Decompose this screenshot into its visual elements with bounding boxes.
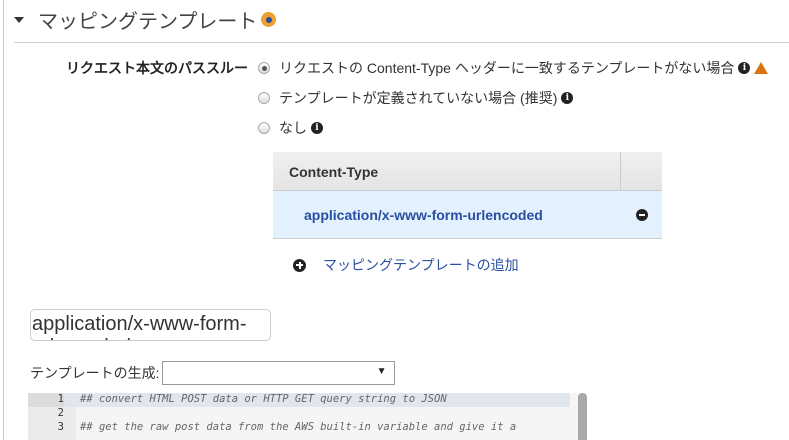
divider (14, 42, 789, 43)
editor-line[interactable]: 1 ## convert HTML POST data or HTTP GET q… (28, 393, 570, 407)
passthrough-label: リクエスト本文のパススルー (66, 60, 248, 76)
editor-line[interactable]: 2 (28, 407, 570, 421)
info-icon[interactable]: i (561, 92, 574, 104)
content-type-input[interactable]: application/x-www-form-urlencoded (30, 309, 271, 341)
column-header-actions (620, 152, 662, 190)
radio-label: テンプレートが定義されていない場合 (推奨) (279, 90, 558, 106)
collapse-caret-icon[interactable] (14, 16, 24, 23)
line-number: 3 (57, 421, 64, 433)
table-row[interactable]: application/x-www-form-urlencoded (273, 191, 662, 239)
remove-icon[interactable] (636, 208, 648, 221)
radio-never[interactable]: なし i (258, 118, 323, 138)
line-text: ## convert HTML POST data or HTTP GET qu… (80, 393, 447, 405)
info-icon[interactable]: i (738, 62, 751, 74)
add-mapping-template-label: マッピングテンプレートの追加 (323, 257, 519, 273)
status-dot-icon (261, 12, 277, 27)
radio-when-no-templates[interactable]: テンプレートが定義されていない場合 (推奨) i (258, 88, 574, 108)
line-number: 1 (28, 393, 64, 407)
line-number: 2 (57, 407, 64, 419)
info-icon[interactable]: i (311, 122, 323, 134)
template-editor[interactable]: 1 ## convert HTML POST data or HTTP GET q… (28, 393, 578, 440)
section-title: マッピングテンプレート (38, 11, 258, 33)
add-icon (293, 258, 306, 272)
radio-button[interactable] (258, 62, 270, 74)
column-header-content-type: Content-Type (289, 164, 379, 180)
radio-label: なし (279, 120, 307, 136)
content-type-table: Content-Type application/x-www-form-urle… (273, 152, 662, 239)
add-mapping-template-button[interactable]: マッピングテンプレートの追加 (293, 255, 519, 275)
line-text (64, 407, 80, 421)
warning-icon (754, 62, 769, 74)
line-text: ## get the raw post data from the AWS bu… (80, 421, 517, 433)
radio-button[interactable] (258, 92, 270, 104)
generate-template-select[interactable] (162, 361, 396, 385)
radio-when-no-match[interactable]: リクエストの Content-Type ヘッダーに一致するテンプレートがない場合… (258, 58, 769, 78)
table-header: Content-Type (273, 152, 662, 191)
section-header[interactable]: マッピングテンプレート (14, 5, 277, 34)
editor-line[interactable]: 3 ## get the raw post data from the AWS b… (28, 421, 570, 435)
radio-button[interactable] (258, 122, 270, 134)
content-type-link[interactable]: application/x-www-form-urlencoded (304, 207, 543, 223)
radio-label: リクエストの Content-Type ヘッダーに一致するテンプレートがない場合 (279, 60, 735, 76)
section-border (3, 0, 4, 440)
editor-scrollbar[interactable] (578, 393, 587, 440)
generate-template: テンプレートの生成: (30, 361, 396, 385)
generate-template-label: テンプレートの生成: (30, 365, 160, 381)
